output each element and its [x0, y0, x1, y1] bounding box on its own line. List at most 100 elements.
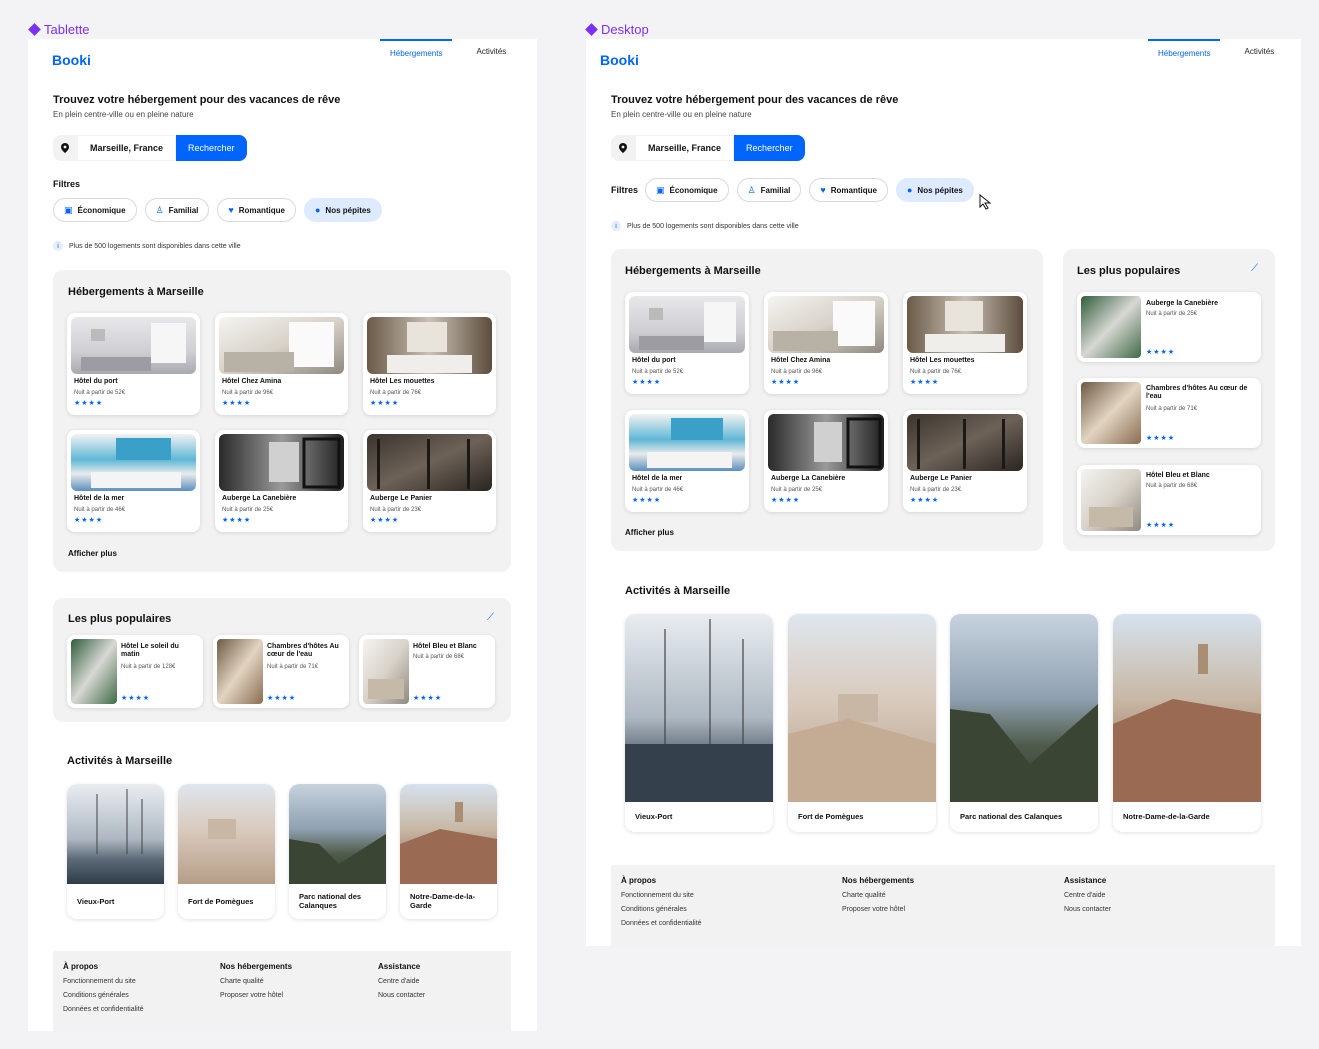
nav-activities[interactable]: Activités	[1234, 39, 1284, 66]
rating-stars: ★★★★	[632, 497, 662, 504]
accommodation-card[interactable]: Hôtel Les mouettes Nuit à partir de 76€ …	[363, 313, 496, 415]
hotel-photo	[907, 296, 1023, 353]
info-icon: i	[53, 241, 63, 251]
activity-card[interactable]: Notre-Dame-de-la-Garde	[1113, 614, 1261, 832]
trending-icon[interactable]: ⟋	[487, 612, 494, 623]
desktop-frame-label: Desktop	[585, 22, 649, 37]
filter-chip-pepites[interactable]: ● Nos pépites	[895, 178, 974, 202]
accommodation-card[interactable]: Hôtel de la mer Nuit à partir de 46€ ★★★…	[67, 430, 200, 532]
rating-stars: ★★★★	[222, 400, 252, 407]
popular-panel: Les plus populaires ⟋ Hôtel Le soleil du…	[53, 598, 511, 722]
activity-card[interactable]: Vieux-Port	[625, 614, 773, 832]
main-nav: Hébergements Activités	[1148, 39, 1284, 66]
rating-stars: ★★★★	[222, 517, 252, 524]
activity-card[interactable]: Fort de Pomègues	[178, 784, 275, 919]
filter-chips: ▣ Économique ♙ Familial ♥ Romantique ● Nos p…	[53, 198, 382, 222]
accommodation-card[interactable]: Auberge La Canebière Nuit à partir de 25…	[215, 430, 348, 532]
activity-card[interactable]: Parc national des Calanques	[950, 614, 1098, 832]
filter-chip-romantique[interactable]: ♥ Romantique	[809, 178, 888, 202]
hotel-photo	[768, 414, 884, 471]
footer-about: À propos Fonctionnement du site Conditio…	[621, 876, 702, 927]
filter-chip-pepites[interactable]: ● Nos pépites	[303, 198, 382, 222]
hotel-photo	[1081, 296, 1141, 358]
hotel-photo	[367, 434, 492, 491]
main-nav: Hébergements Activités	[380, 39, 516, 66]
filter-chip-economique[interactable]: ▣ Économique	[53, 198, 137, 222]
activity-card[interactable]: Fort de Pomègues	[788, 614, 936, 832]
rating-stars: ★★★★	[910, 497, 940, 504]
nav-accommodations[interactable]: Hébergements	[380, 39, 453, 66]
filter-chip-familial[interactable]: ♙ Familial	[736, 178, 802, 202]
hotel-photo	[71, 317, 196, 374]
filter-chip-economique[interactable]: ▣ Économique	[645, 178, 729, 202]
rating-stars: ★★★★	[74, 517, 104, 524]
activity-photo	[625, 614, 773, 802]
accommodation-card[interactable]: Hôtel du port Nuit à partir de 52€ ★★★★	[67, 313, 200, 415]
brand-logo[interactable]: Booki	[600, 52, 639, 68]
search-bar: Marseille, France Rechercher	[611, 135, 805, 161]
accommodation-card[interactable]: Auberge La Canebière Nuit à partir de 25…	[764, 410, 888, 512]
activity-card[interactable]: Notre-Dame-de-la-Garde	[400, 784, 497, 919]
activity-photo	[1113, 614, 1261, 802]
tablet-frame-label: Tablette	[28, 22, 90, 37]
page-subtitle: En plein centre-ville ou en pleine natur…	[53, 110, 194, 119]
popular-card[interactable]: Chambres d'hôtes Au cœur de l'eau Nuit à…	[213, 635, 349, 708]
popular-card[interactable]: Chambres d'hôtes Au cœur de l'eau Nuit à…	[1077, 378, 1261, 448]
activity-photo	[67, 784, 164, 884]
accommodation-card[interactable]: Auberge Le Panier Nuit à partir de 23€ ★…	[363, 430, 496, 532]
accommodations-title: Hébergements à Marseille	[68, 286, 204, 298]
hotel-photo	[1081, 382, 1141, 444]
footer-hosting: Nos hébergements Charte qualité Proposer…	[220, 962, 293, 999]
activity-photo	[289, 784, 386, 884]
activity-photo	[400, 784, 497, 884]
hotel-photo	[907, 414, 1023, 471]
nav-activities[interactable]: Activités	[466, 39, 516, 66]
filter-chip-familial[interactable]: ♙ Familial	[144, 198, 210, 222]
info-message: i Plus de 500 logements sont disponibles…	[53, 241, 241, 251]
trending-icon[interactable]: ⟋	[1251, 263, 1258, 274]
rating-stars: ★★★★	[771, 497, 801, 504]
hotel-photo	[1081, 469, 1141, 531]
rating-stars: ★★★★	[413, 695, 443, 702]
activities-title: Activités à Marseille	[67, 755, 173, 767]
nav-accommodations[interactable]: Hébergements	[1148, 39, 1221, 66]
footer: À propos Fonctionnement du site Conditio…	[53, 951, 511, 1031]
filter-chip-romantique[interactable]: ♥ Romantique	[217, 198, 296, 222]
activity-card[interactable]: Parc national des Calanques	[289, 784, 386, 919]
search-input[interactable]: Marseille, France	[635, 135, 735, 161]
search-button[interactable]: Rechercher	[176, 135, 247, 161]
hotel-photo	[219, 434, 344, 491]
page-subtitle: En plein centre-ville ou en pleine natur…	[611, 110, 752, 119]
footer: À propos Fonctionnement du site Conditio…	[611, 865, 1275, 946]
accommodation-card[interactable]: Hôtel Chez Amina Nuit à partir de 96€ ★★…	[215, 313, 348, 415]
hotel-photo	[629, 296, 745, 353]
search-input[interactable]: Marseille, France	[77, 135, 177, 161]
page-title: Trouvez votre hébergement pour des vacan…	[611, 94, 899, 106]
filters-label: Filtres	[611, 185, 639, 195]
hotel-photo	[71, 639, 117, 704]
sparkle-icon: ●	[906, 185, 913, 195]
money-icon: ▣	[64, 204, 73, 215]
page-title: Trouvez votre hébergement pour des vacan…	[53, 94, 341, 106]
accommodation-card[interactable]: Hôtel du port Nuit à partir de 52€ ★★★★	[625, 292, 749, 394]
rating-stars: ★★★★	[121, 695, 151, 702]
accommodation-card[interactable]: Hôtel Les mouettes Nuit à partir de 76€ …	[903, 292, 1027, 394]
accommodations-panel: Hébergements à Marseille Hôtel du port N…	[53, 270, 511, 572]
popular-card[interactable]: Hôtel Bleu et Blanc Nuit à partir de 68€…	[359, 635, 495, 708]
popular-card[interactable]: Hôtel Le soleil du matin Nuit à partir d…	[67, 635, 203, 708]
search-button[interactable]: Rechercher	[734, 135, 805, 161]
hotel-photo	[363, 639, 409, 704]
show-more-link[interactable]: Afficher plus	[625, 528, 674, 537]
activity-card[interactable]: Vieux-Port	[67, 784, 164, 919]
brand-logo[interactable]: Booki	[52, 52, 91, 68]
activity-photo	[178, 784, 275, 884]
hotel-photo	[71, 434, 196, 491]
rating-stars: ★★★★	[1146, 435, 1176, 442]
accommodation-card[interactable]: Auberge Le Panier Nuit à partir de 23€ ★…	[903, 410, 1027, 512]
popular-card[interactable]: Auberge la Canebière Nuit à partir de 25…	[1077, 292, 1261, 362]
accommodation-card[interactable]: Hôtel Chez Amina Nuit à partir de 96€ ★★…	[764, 292, 888, 394]
show-more-link[interactable]: Afficher plus	[68, 549, 117, 558]
accommodation-card[interactable]: Hôtel de la mer Nuit à partir de 46€ ★★★…	[625, 410, 749, 512]
money-icon: ▣	[656, 184, 665, 195]
popular-card[interactable]: Hôtel Bleu et Blanc Nuit à partir de 68€…	[1077, 465, 1261, 535]
